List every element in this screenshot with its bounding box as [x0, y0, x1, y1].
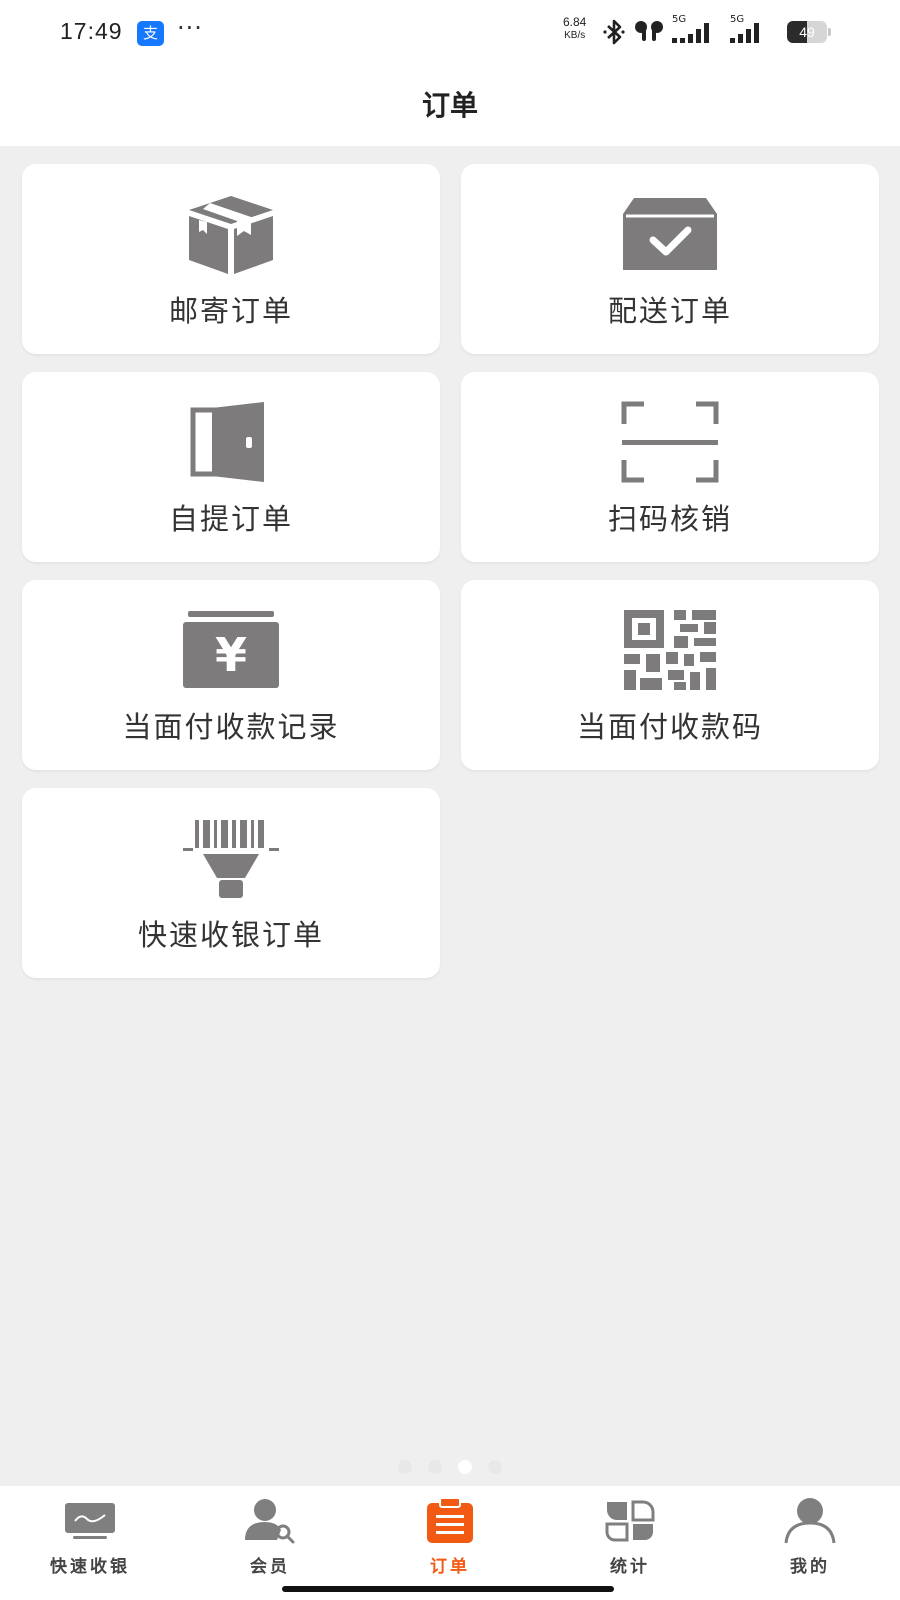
status-bar: 17:49 支 ··· 6.84 KB/s 5G 5G 49 — [0, 0, 900, 66]
title-bar: 订单 — [0, 66, 900, 146]
scan-verify-card[interactable]: 扫码核销 — [461, 372, 879, 562]
package-box-icon — [22, 184, 440, 284]
tab-orders[interactable]: 订单 — [360, 1486, 540, 1600]
profile-icon — [720, 1494, 900, 1548]
page-indicator — [0, 1460, 900, 1474]
tab-label: 订单 — [430, 1557, 470, 1577]
tab-profile[interactable]: 我的 — [720, 1486, 900, 1600]
page-title: 订单 — [421, 89, 478, 122]
tab-label: 快速收银 — [50, 1557, 130, 1577]
alipay-icon: 支 — [137, 21, 164, 46]
member-search-icon — [180, 1494, 360, 1548]
quick-checkout-orders-card[interactable]: 快速收银订单 — [22, 788, 440, 978]
pickup-order-card[interactable]: 自提订单 — [22, 372, 440, 562]
more-icon: ··· — [177, 14, 203, 42]
card-label: 邮寄订单 — [168, 294, 293, 328]
tab-member[interactable]: 会员 — [180, 1486, 360, 1600]
status-time: 17:49 — [60, 18, 123, 44]
card-label: 当面付收款码 — [576, 710, 763, 744]
page-dot-active[interactable] — [458, 1460, 472, 1474]
tab-label: 会员 — [250, 1557, 290, 1577]
page-dot[interactable] — [398, 1460, 412, 1474]
stats-grid-icon — [540, 1494, 720, 1548]
bluetooth-icon — [603, 19, 625, 45]
tab-statistics[interactable]: 统计 — [540, 1486, 720, 1600]
page-dot[interactable] — [428, 1460, 442, 1474]
svg-text:¥: ¥ — [215, 628, 247, 682]
page-dot[interactable] — [488, 1460, 502, 1474]
order-clipboard-icon — [360, 1494, 540, 1548]
network-speed-value: 6.84 — [563, 15, 587, 29]
barcode-scanner-icon — [22, 808, 440, 908]
f2f-payment-records-card[interactable]: ¥ 当面付收款记录 — [22, 580, 440, 770]
tab-label: 统计 — [610, 1557, 650, 1577]
card-label: 配送订单 — [607, 294, 732, 328]
scan-frame-icon — [461, 392, 879, 492]
earbuds-icon — [635, 21, 663, 41]
network-speed: 6.84 KB/s — [563, 16, 586, 42]
tab-quick-checkout[interactable]: 快速收银 — [0, 1486, 180, 1600]
monitor-icon — [0, 1494, 180, 1548]
card-label: 快速收银订单 — [137, 918, 324, 952]
door-icon — [22, 392, 440, 492]
battery-icon: 49 — [787, 21, 827, 43]
home-indicator[interactable] — [282, 1586, 614, 1592]
f2f-payment-code-card[interactable]: 当面付收款码 — [461, 580, 879, 770]
qr-code-icon — [461, 600, 879, 700]
yuan-wallet-icon: ¥ — [22, 600, 440, 700]
card-label: 当面付收款记录 — [122, 710, 340, 744]
tab-label: 我的 — [790, 1557, 830, 1577]
battery-level: 49 — [799, 24, 815, 40]
mail-order-card[interactable]: 邮寄订单 — [22, 164, 440, 354]
bottom-tab-bar: 快速收银 会员 订单 统计 我的 — [0, 1486, 900, 1600]
card-label: 扫码核销 — [607, 502, 732, 536]
card-label: 自提订单 — [168, 502, 293, 536]
network-speed-unit: KB/s — [564, 30, 586, 41]
delivery-check-box-icon — [461, 184, 879, 284]
delivery-order-card[interactable]: 配送订单 — [461, 164, 879, 354]
